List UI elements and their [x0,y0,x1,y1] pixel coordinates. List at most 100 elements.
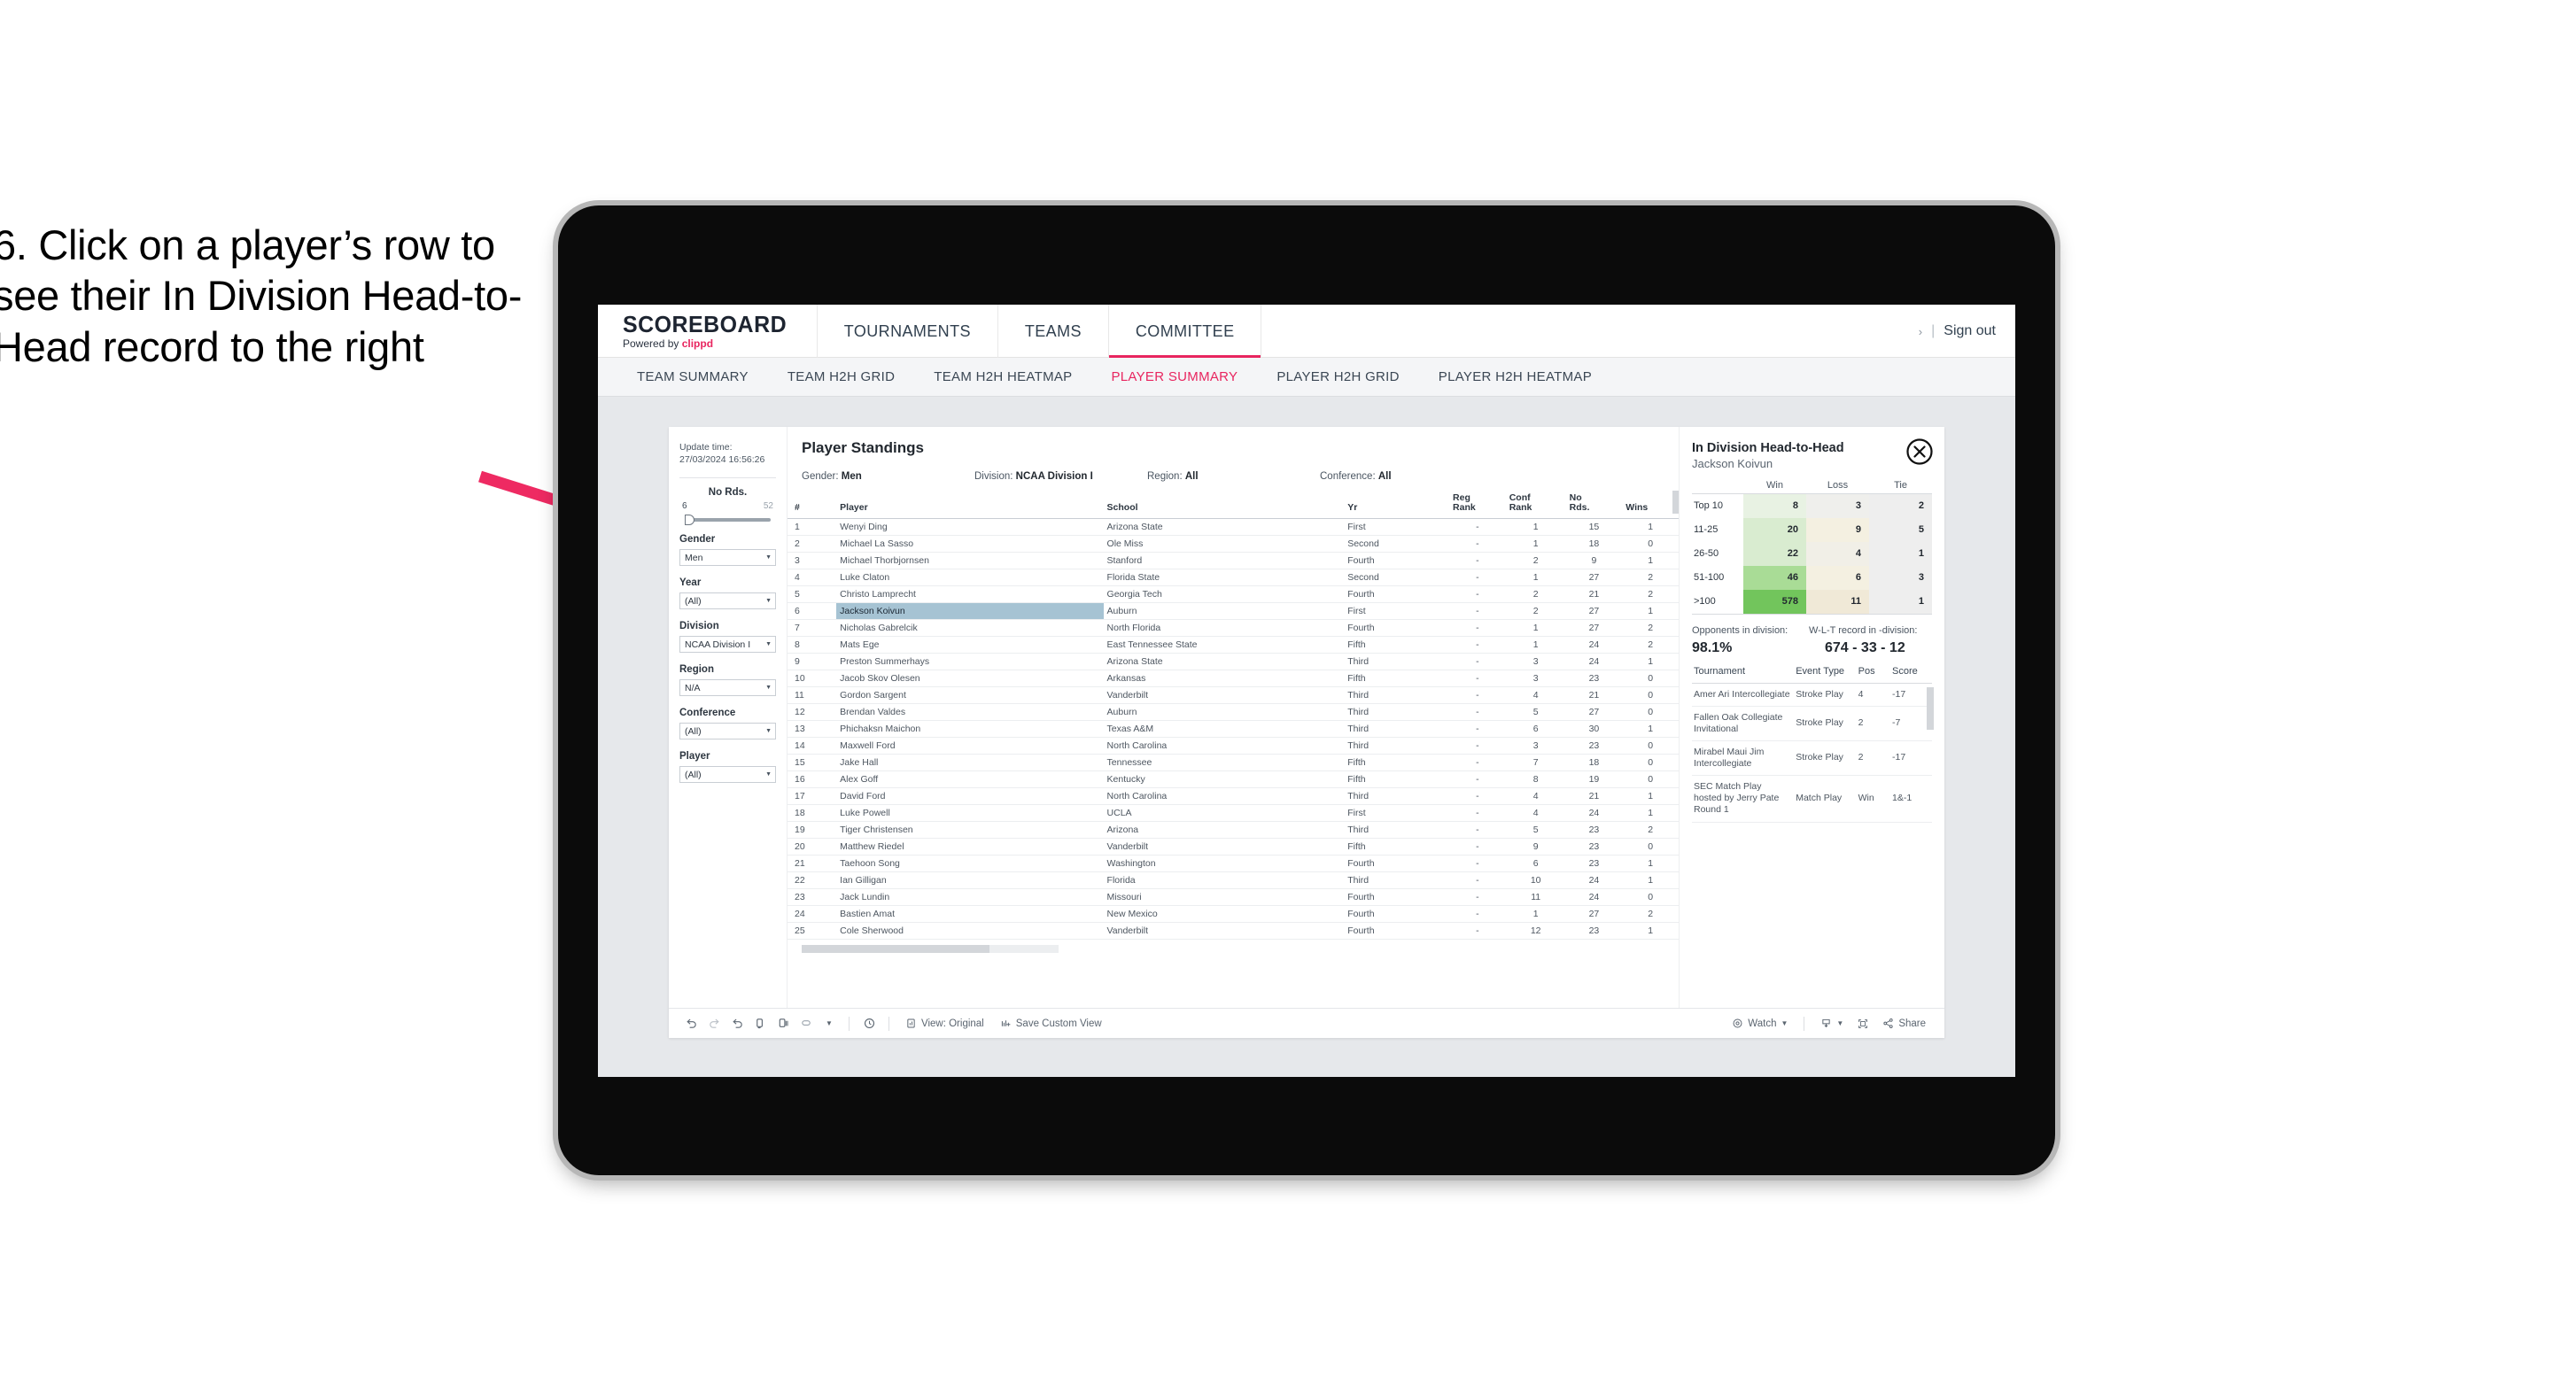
standings-table-scroll: # Player School Yr Reg Rank Conf Rank No Rd… [788,491,1679,941]
filter-player-select[interactable]: (All) ▼ [679,766,776,784]
cell-player: Michael La Sasso [836,535,1104,554]
table-row[interactable]: 16 Alex Goff Kentucky Fifth -8 19 0 [788,770,1679,789]
table-row[interactable]: 20 Matthew Riedel Vanderbilt Fifth -9 23 0 [788,838,1679,856]
brand-title: SCOREBOARD [623,311,788,337]
standings-horizontal-scrollbar-track[interactable] [802,945,1059,954]
cell-yr: Second [1344,569,1450,587]
table-row[interactable]: 25 Cole Sherwood Vanderbilt Fourth -12 23 1 [788,922,1679,941]
table-row[interactable]: 7 Nicholas Gabrelcik North Florida Fourth -1… [788,619,1679,638]
cell-rank: 20 [788,838,837,856]
pause-updates-icon[interactable] [772,1017,795,1030]
no-rounds-slider-handle[interactable] [685,515,694,526]
filter-gender-label: Gender [679,534,716,546]
tab-player-h2h-heatmap[interactable]: PLAYER H2H HEATMAP [1419,369,1611,384]
no-rounds-max: 52 [763,501,773,512]
undo-icon[interactable] [679,1017,702,1030]
redo-icon[interactable] [702,1017,725,1030]
h2h-cell-win: 46 [1743,565,1806,590]
tab-player-summary[interactable]: PLAYER SUMMARY [1091,369,1257,384]
cell-conf: 6 [1505,855,1566,873]
filter-year-select[interactable]: (All) ▼ [679,592,776,610]
table-row[interactable]: 11 Gordon Sargent Vanderbilt Third -4 21 0 [788,686,1679,705]
standings-horizontal-scrollbar-thumb[interactable] [802,945,989,954]
table-row[interactable]: 3 Michael Thorbjornsen Stanford Fourth -2 9 1 [788,552,1679,570]
col-rank[interactable]: # [788,491,837,520]
cell-reg: - [1449,855,1506,873]
share-button[interactable]: Share [1874,1018,1934,1029]
table-row[interactable]: 8 Mats Ege East Tennessee State Fifth -1 24 2 [788,636,1679,654]
col-conf-rank[interactable]: Conf Rank [1505,491,1566,520]
standings-vertical-scrollbar[interactable] [1672,491,1679,514]
cell-wins: 0 [1622,535,1679,554]
cell-rds: 24 [1565,888,1623,907]
table-row[interactable]: 1 Wenyi Ding Arizona State First -1 15 1 [788,518,1679,537]
nav-item-tournaments[interactable]: TOURNAMENTS [818,305,997,358]
full-screen-button[interactable] [1851,1018,1874,1030]
filter-conference-select[interactable]: (All) ▼ [679,723,776,740]
filter-division-select[interactable]: NCAA Division I ▼ [679,636,776,654]
tournament-cell-type: Match Play [1794,775,1857,823]
filter-year: Year (All) ▼ [679,577,776,610]
refresh-data-icon[interactable] [749,1017,772,1030]
tournament-row[interactable]: Fallen Oak Collegiate Invitational Stroke… [1692,706,1932,741]
alert-clock-icon[interactable] [857,1017,881,1030]
filter-gender-select[interactable]: Men ▼ [679,549,776,567]
col-player[interactable]: Player [836,491,1104,520]
nav-item-committee[interactable]: COMMITTEE [1108,305,1261,358]
h2h-row: 26-50 22 4 1 [1692,541,1932,566]
close-icon[interactable] [1905,437,1934,466]
table-row[interactable]: 18 Luke Powell UCLA First -4 24 1 [788,804,1679,823]
watch-button[interactable]: Watch ▼ [1724,1018,1796,1029]
cell-rank: 17 [788,787,837,806]
col-school[interactable]: School [1103,491,1345,520]
h2h-cell-win: 8 [1743,493,1806,518]
tournament-row[interactable]: Mirabel Maui Jim Intercollegiate Stroke P… [1692,740,1932,777]
table-row[interactable]: 5 Christo Lamprecht Georgia Tech Fourth -2 21… [788,585,1679,604]
cell-conf: 1 [1505,619,1566,638]
dropdown-caret-icon[interactable]: ▼ [818,1019,841,1027]
save-custom-view-button[interactable]: Save Custom View [992,1018,1110,1029]
cell-rds: 24 [1565,636,1623,654]
table-row[interactable]: 14 Maxwell Ford North Carolina Third -3 23 0 [788,737,1679,755]
col-year[interactable]: Yr [1344,491,1450,520]
h2h-cell-loss: 9 [1806,517,1869,542]
tournament-row[interactable]: SEC Match Play hosted by Jerry Pate Roun… [1692,775,1932,823]
tournament-scrollbar[interactable] [1927,686,1934,730]
head-to-head-panel: In Division Head-to-Head Jackson Koivun … [1679,427,1944,1008]
table-row[interactable]: 22 Ian Gilligan Florida Third -10 24 1 [788,871,1679,890]
revert-icon[interactable] [725,1017,749,1030]
table-row[interactable]: 12 Brendan Valdes Auburn Third -5 27 0 [788,703,1679,722]
table-row[interactable]: 23 Jack Lundin Missouri Fourth -11 24 0 [788,888,1679,907]
table-row[interactable]: 24 Bastien Amat New Mexico Fourth -1 27 2 [788,905,1679,924]
table-row[interactable]: 6 Jackson Koivun Auburn First -2 27 1 [788,602,1679,621]
chevron-down-icon: ▼ [765,598,772,605]
tab-team-summary[interactable]: TEAM SUMMARY [617,369,768,384]
table-row[interactable]: 21 Taehoon Song Washington Fourth -6 23 1 [788,855,1679,873]
tab-player-h2h-grid[interactable]: PLAYER H2H GRID [1257,369,1418,384]
standings-summary: Gender: Men Division: NCAA Division I Re… [788,462,1679,491]
view-original-button[interactable]: View: Original [897,1018,992,1029]
nav-item-teams[interactable]: TEAMS [998,305,1108,358]
no-rounds-slider[interactable] [685,515,771,526]
tab-team-h2h-heatmap[interactable]: TEAM H2H HEATMAP [914,369,1091,384]
table-row[interactable]: 9 Preston Summerhays Arizona State Third -3 2… [788,653,1679,671]
sign-out-link[interactable]: Sign out [1944,323,1996,339]
filter-region-select[interactable]: N/A ▼ [679,679,776,697]
cell-yr: Third [1344,686,1450,705]
col-reg-rank[interactable]: Reg Rank [1449,491,1506,520]
col-no-rds[interactable]: No Rds. [1565,491,1623,520]
tournament-row[interactable]: Amer Ari Intercollegiate Stroke Play 4 -17 [1692,683,1932,707]
table-row[interactable]: 10 Jacob Skov Olesen Arkansas Fifth -3 23 0 [788,670,1679,688]
table-row[interactable]: 13 Phichaksn Maichon Texas A&M Third -6 30 1 [788,720,1679,739]
table-row[interactable]: 19 Tiger Christensen Arizona Third -5 23 2 [788,821,1679,840]
cell-wins: 2 [1622,636,1679,654]
table-row[interactable]: 15 Jake Hall Tennessee Fifth -7 18 0 [788,754,1679,772]
cell-rds: 27 [1565,905,1623,924]
download-button[interactable]: ▼ [1812,1018,1851,1029]
table-row[interactable]: 17 David Ford North Carolina Third -4 21 1 [788,787,1679,806]
col-wins[interactable]: Wins [1622,491,1679,520]
highlight-icon[interactable] [795,1017,818,1030]
table-row[interactable]: 4 Luke Claton Florida State Second -1 27 2 [788,569,1679,587]
tab-team-h2h-grid[interactable]: TEAM H2H GRID [768,369,914,384]
table-row[interactable]: 2 Michael La Sasso Ole Miss Second -1 18 0 [788,535,1679,554]
